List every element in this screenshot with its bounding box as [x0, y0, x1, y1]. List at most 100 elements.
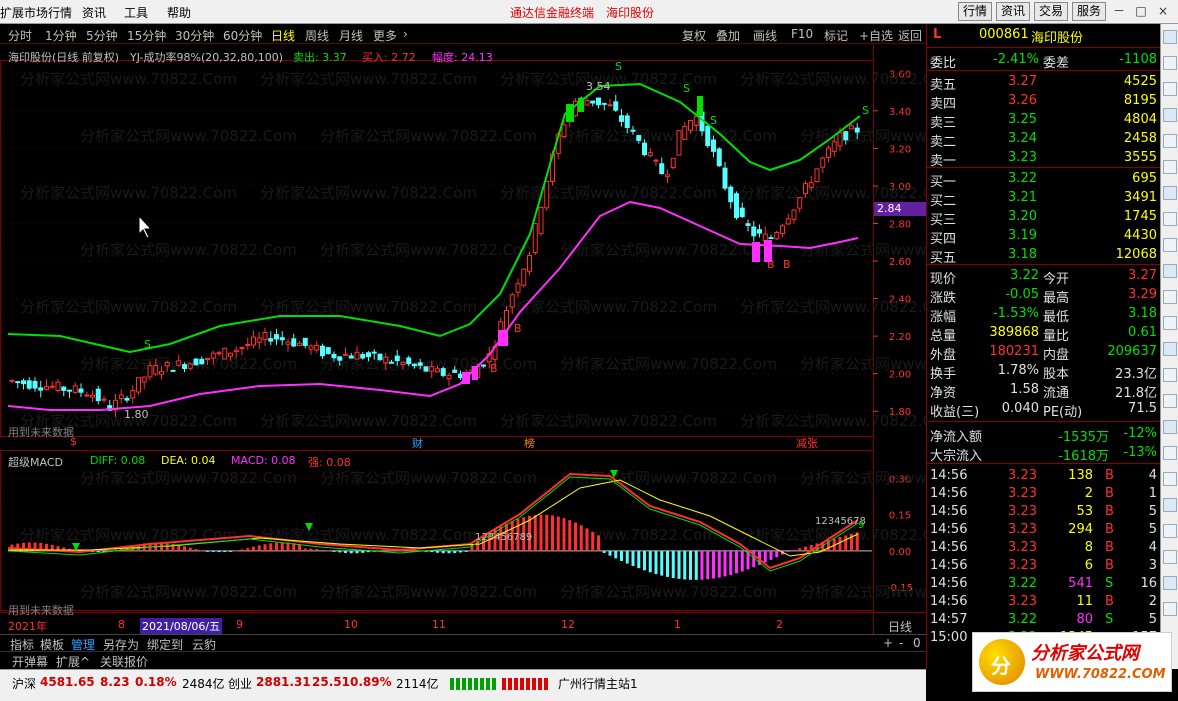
period-5min[interactable]: 5分钟 [86, 27, 118, 44]
trade-button[interactable]: 交易 [1034, 2, 1068, 21]
chart-canvas[interactable]: 3.603.403.203.002.802.602.402.202.001.80… [0, 44, 926, 634]
f10-button[interactable]: F10 [791, 27, 813, 41]
stat-label2: 最低 [1043, 310, 1070, 325]
maximize-icon[interactable]: □ [1132, 3, 1150, 20]
quote-button[interactable]: 行情 [958, 2, 992, 21]
doc-icon[interactable] [1163, 368, 1177, 382]
event-marker-dollar[interactable]: $ [70, 435, 77, 448]
fund-icon[interactable] [1163, 394, 1177, 408]
watermark-text: 分析家公式网www.70822.Com [800, 469, 926, 487]
macd-histogram-bar [729, 550, 733, 575]
overlay-button[interactable]: 叠加 [716, 27, 740, 44]
rss-icon[interactable] [1163, 420, 1177, 434]
calc-icon[interactable] [1163, 290, 1177, 304]
bar-chart-icon[interactable] [1163, 108, 1177, 122]
danmaku-toggle[interactable]: 开弹幕 [12, 653, 48, 670]
indicator-tabs: 指标 模板 管理 另存为 绑定到 云豹 + - 0 [0, 634, 926, 652]
zoom-minus-icon[interactable]: - [899, 636, 903, 650]
user-icon[interactable] [1163, 342, 1177, 356]
period-intraday[interactable]: 分时 [8, 27, 32, 44]
related-quotes-toggle[interactable]: 关联报价 [100, 653, 148, 670]
ask-label: 卖二 [930, 135, 957, 150]
star-icon[interactable] [1163, 264, 1177, 278]
news-icon[interactable] [1163, 212, 1177, 226]
candle-body [682, 126, 688, 140]
menu-item-help[interactable]: 帮助 [167, 4, 191, 21]
candle-body [360, 353, 366, 359]
flag-icon[interactable] [1163, 316, 1177, 330]
period-monthly[interactable]: 月线 [339, 27, 363, 44]
stat-value2: 0.61 [1128, 325, 1157, 340]
period-30min[interactable]: 30分钟 [175, 27, 214, 44]
tick-side: B [1105, 504, 1114, 519]
watermark-text: 分析家公式网www.70822.Com [20, 298, 237, 316]
globe-icon[interactable] [1163, 238, 1177, 252]
hk-icon[interactable] [1163, 472, 1177, 486]
line-chart-icon[interactable] [1163, 134, 1177, 148]
flow-row: 大宗流入 -1618万 -13% [927, 444, 1161, 464]
adjust-button[interactable]: 复权 [682, 27, 706, 44]
candle-body [561, 124, 567, 138]
table-icon[interactable] [1163, 186, 1177, 200]
buy-zone-bar [498, 330, 508, 346]
chevron-right-icon[interactable]: › [403, 27, 408, 41]
list-icon[interactable] [1163, 82, 1177, 96]
minimize-icon[interactable]: － [1110, 3, 1128, 20]
period-more[interactable]: 更多 [373, 27, 397, 44]
tick-volume: 8 [1084, 540, 1093, 555]
candle-body [596, 97, 601, 106]
period-daily[interactable]: 日线 [271, 27, 295, 44]
candle-body [814, 168, 820, 183]
candle-body [509, 294, 515, 308]
period-1min[interactable]: 1分钟 [45, 27, 77, 44]
arrow-up-icon[interactable] [1163, 30, 1177, 44]
watermark-text: 分析家公式网www.70822.Com [560, 583, 777, 601]
menu-item-market[interactable]: 扩展市场行情 [0, 4, 72, 21]
macd-histogram-bar [637, 550, 641, 569]
index-sh-change: 8.23 [100, 675, 130, 689]
plus-icon[interactable] [1163, 576, 1177, 590]
grid-icon[interactable] [1163, 56, 1177, 70]
service-button[interactable]: 服务 [1072, 2, 1106, 21]
candle-body [84, 394, 90, 397]
period-60min[interactable]: 60分钟 [223, 27, 262, 44]
future-data-notice-bottom: 用到未来数据 [8, 604, 74, 617]
macd-histogram-bar [344, 550, 347, 553]
menu-item-tools[interactable]: 工具 [124, 4, 148, 21]
zoom-plus-icon[interactable]: + [883, 636, 893, 650]
menu-item-news[interactable]: 资讯 [82, 4, 106, 21]
sell-zone-bar [578, 98, 584, 112]
candle-body [205, 357, 210, 360]
stat-value: -0.05 [1005, 287, 1039, 302]
period-15min[interactable]: 15分钟 [127, 27, 166, 44]
event-marker-finance[interactable]: 财 [412, 435, 423, 451]
x-axis-year: 2021年 [8, 620, 47, 633]
expand-toggle[interactable]: 扩展^ [56, 653, 90, 670]
kline-chart[interactable]: 3.60 3.40 3.20 3.00 2.80 2.60 2.40 2.20 2.00 1.80… [0, 44, 926, 634]
market-bar-down-icon [502, 678, 548, 690]
back-button[interactable]: 返回 [898, 27, 922, 44]
us-icon[interactable] [1163, 498, 1177, 512]
macd-histogram-bar [579, 525, 583, 551]
candle-icon[interactable] [1163, 160, 1177, 174]
mark-button[interactable]: 标记 [824, 27, 848, 44]
period-weekly[interactable]: 周线 [305, 27, 329, 44]
news-button[interactable]: 资讯 [996, 2, 1030, 21]
tick-count: 5 [1148, 522, 1157, 537]
close-icon[interactable]: × [1154, 3, 1172, 20]
ask-volume: 8195 [1123, 93, 1157, 108]
zoom-reset-icon[interactable]: 0 [913, 636, 921, 650]
ask-price: 3.26 [1008, 93, 1037, 108]
futures-icon[interactable] [1163, 524, 1177, 538]
candle-body [716, 148, 722, 167]
stat-row: 外盘 180231 内盘 209637 [927, 343, 1161, 363]
candle-body [394, 355, 400, 362]
status-bar: 沪深 4581.65 8.23 0.18% 2484亿 创业 2881.31 2… [0, 669, 926, 701]
event-marker-reduce[interactable]: 减张 [796, 435, 818, 451]
draw-button[interactable]: 画线 [753, 27, 777, 44]
options-icon[interactable] [1163, 550, 1177, 564]
add-favorite-button[interactable]: +自选 [859, 27, 893, 44]
bond-icon[interactable] [1163, 446, 1177, 460]
arrow-down-icon[interactable] [1163, 602, 1177, 616]
event-marker-rank[interactable]: 榜 [524, 435, 535, 451]
